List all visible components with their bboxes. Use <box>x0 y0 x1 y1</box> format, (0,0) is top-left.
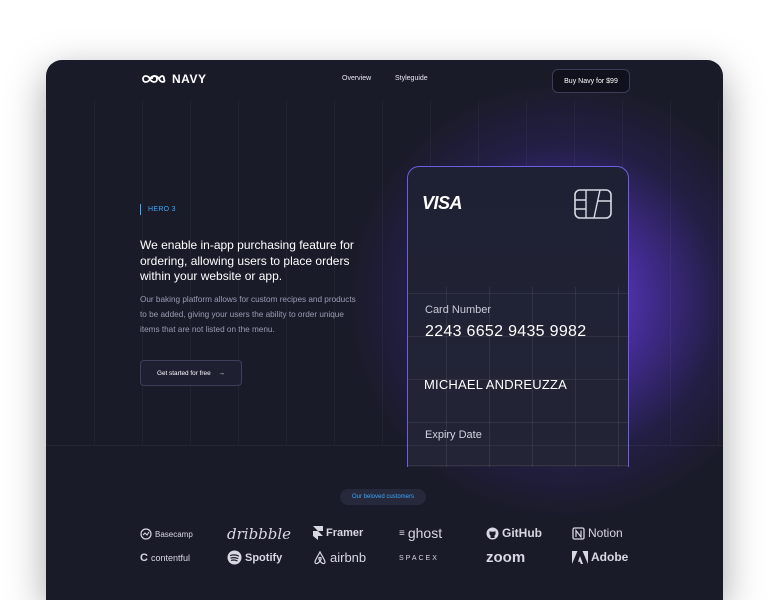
adobe-logo: Adobe <box>572 550 628 564</box>
ghost-icon: ≡ <box>399 527 405 539</box>
section-divider <box>46 445 723 446</box>
spacex-icon: SPACEX <box>399 555 439 562</box>
ghost-logo: ≡ ghost <box>399 525 443 541</box>
hero-headline: We enable in-app purchasing feature for … <box>140 238 354 283</box>
dribbble-icon: dribbble <box>227 525 292 543</box>
credit-card: VISA Card Number 2243 6652 9435 9982 MIC… <box>407 166 629 467</box>
contentful-logo: C contentful <box>140 552 190 564</box>
airbnb-logo: airbnb <box>313 550 366 565</box>
card-holder-name: MICHAEL ANDREUZZA <box>424 377 568 392</box>
buy-button[interactable]: Buy Navy for $99 <box>552 69 630 93</box>
arrow-right-icon: → <box>218 369 226 377</box>
nav-styleguide[interactable]: Styleguide <box>395 75 428 82</box>
nav-overview[interactable]: Overview <box>342 75 371 82</box>
get-started-label: Get started for free <box>156 369 211 377</box>
basecamp-logo: Basecamp <box>140 528 193 540</box>
spotify-icon <box>227 550 242 565</box>
hero-description: Our baking platform allows for custom re… <box>140 295 356 334</box>
contentful-icon: C <box>140 552 148 564</box>
github-logo: GitHub <box>486 526 542 540</box>
github-icon <box>486 527 499 539</box>
brand-name: NAVY <box>172 72 207 86</box>
dribbble-logo: dribbble <box>227 525 291 543</box>
card-number-label: Card Number <box>425 304 492 316</box>
framer-logo: Framer <box>313 526 363 540</box>
customers-badge: Our beloved customers <box>340 489 426 505</box>
get-started-button[interactable]: Get started for free → <box>140 360 242 386</box>
spacex-logo: SPACEX <box>399 555 439 562</box>
notion-logo: Notion <box>572 526 623 540</box>
page-frame: NAVY Overview Styleguide Buy Navy for $9… <box>46 60 723 600</box>
spotify-logo: Spotify <box>227 550 282 565</box>
top-navigation: NAVY Overview Styleguide Buy Navy for $9… <box>46 60 723 100</box>
framer-icon <box>313 526 323 540</box>
basecamp-icon <box>140 528 152 540</box>
visa-logo: VISA <box>422 193 463 213</box>
zoom-logo: zoom <box>486 549 525 566</box>
adobe-icon <box>572 550 588 564</box>
infinity-logo-icon <box>142 75 166 83</box>
card-number: 2243 6652 9435 9982 <box>425 323 587 340</box>
hero-eyebrow: HERO 3 <box>140 204 176 215</box>
airbnb-icon <box>314 550 326 565</box>
brand-logo[interactable]: NAVY <box>140 72 206 86</box>
notion-icon <box>572 526 585 540</box>
expiry-date-label: Expiry Date <box>425 429 482 441</box>
zoom-icon: zoom <box>486 549 526 566</box>
card-chip-icon <box>574 189 612 219</box>
